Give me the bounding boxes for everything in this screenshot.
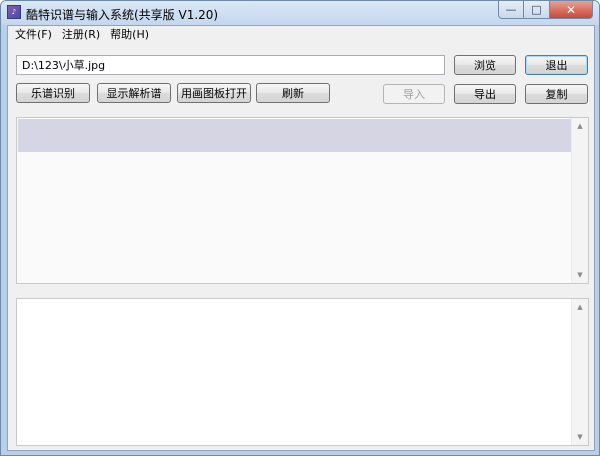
scroll-down-icon[interactable]: ▼ [572, 267, 588, 283]
open-in-paint-button[interactable]: 用画图板打开 [177, 83, 251, 103]
maximize-button[interactable]: □ [524, 1, 550, 19]
menu-help[interactable]: 帮助(H) [105, 26, 154, 43]
scroll-up-icon[interactable]: ▲ [572, 118, 588, 134]
recognize-score-button[interactable]: 乐谱识别 [16, 83, 90, 103]
close-button[interactable]: ✕ [550, 1, 593, 19]
output-scrollbar[interactable]: ▲ ▼ [571, 299, 588, 445]
refresh-button[interactable]: 刷新 [256, 83, 330, 103]
score-list-pane[interactable]: ▲ ▼ [16, 117, 589, 284]
list-scrollbar[interactable]: ▲ ▼ [571, 118, 588, 283]
caption-buttons: — □ ✕ [498, 1, 593, 20]
app-logo-icon: ♪ [7, 5, 21, 19]
file-path-input[interactable] [16, 55, 445, 75]
selected-row[interactable] [18, 119, 572, 152]
client-area: 文件(F) 注册(R) 帮助(H) 浏览 退出 乐谱识别 显示解析谱 用画图板打… [7, 25, 595, 451]
scroll-up-icon[interactable]: ▲ [572, 299, 588, 315]
menu-register[interactable]: 注册(R) [57, 26, 105, 43]
browse-button[interactable]: 浏览 [454, 55, 516, 75]
export-button[interactable]: 导出 [454, 84, 516, 104]
minimize-button[interactable]: — [498, 1, 524, 19]
scroll-down-icon[interactable]: ▼ [572, 429, 588, 445]
exit-button[interactable]: 退出 [525, 55, 588, 75]
title-bar[interactable]: ♪ 酷特识谱与输入系统(共享版 V1.20) — □ ✕ [1, 1, 599, 25]
copy-button[interactable]: 复制 [525, 84, 588, 104]
import-button[interactable]: 导入 [383, 84, 445, 104]
window-title: 酷特识谱与输入系统(共享版 V1.20) [26, 8, 219, 22]
menu-file[interactable]: 文件(F) [10, 26, 57, 43]
menu-bar: 文件(F) 注册(R) 帮助(H) [8, 26, 594, 43]
app-window: ♪ 酷特识谱与输入系统(共享版 V1.20) — □ ✕ 文件(F) 注册(R)… [0, 0, 600, 456]
output-text-pane[interactable]: ▲ ▼ [16, 298, 589, 446]
show-parsed-score-button[interactable]: 显示解析谱 [97, 83, 171, 103]
